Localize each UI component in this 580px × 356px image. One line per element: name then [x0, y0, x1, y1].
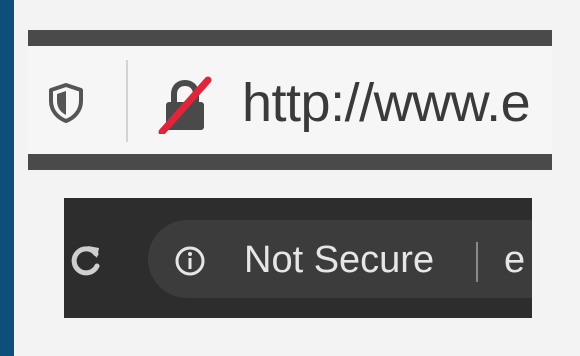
toolbar-top-border — [28, 30, 552, 46]
lock-insecure-icon[interactable] — [156, 76, 214, 136]
security-status-label[interactable]: Not Secure — [244, 238, 434, 282]
address-bar-dark: Not Secure e — [64, 198, 532, 318]
shield-icon[interactable] — [48, 83, 84, 123]
address-bar-light[interactable]: http://www.e — [28, 46, 552, 154]
toolbar-divider — [126, 60, 128, 142]
reload-icon[interactable] — [68, 242, 104, 278]
toolbar-bottom-border — [28, 154, 552, 170]
omnibox-url-text[interactable]: e — [504, 238, 525, 282]
info-icon[interactable] — [174, 245, 206, 277]
url-text[interactable]: http://www.e — [242, 71, 531, 135]
omnibox-divider — [476, 242, 478, 282]
